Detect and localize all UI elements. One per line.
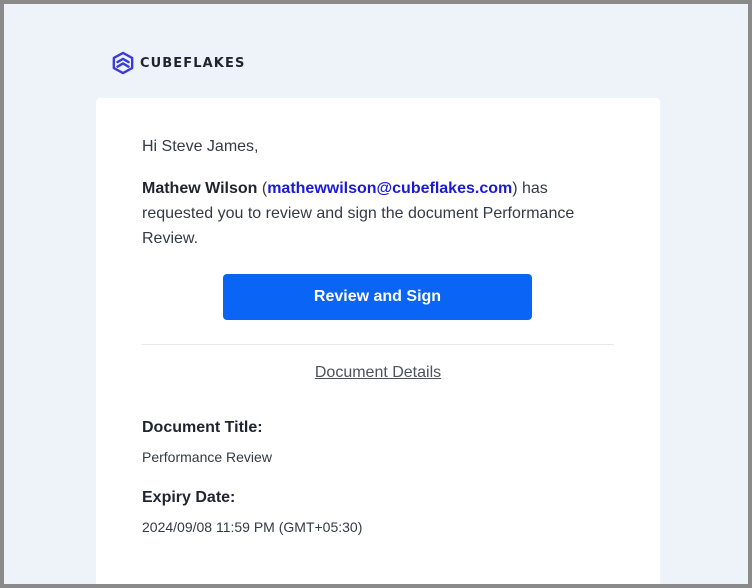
review-and-sign-button[interactable]: Review and Sign: [223, 274, 532, 320]
expiry-date-value: 2024/09/08 11:59 PM (GMT+05:30): [142, 519, 363, 535]
brand-logo: CUBEFLAKES: [112, 49, 245, 77]
cube-logo-icon: [112, 51, 134, 75]
email-window: CUBEFLAKES Hi Steve James, Mathew Wilson…: [0, 0, 752, 588]
greeting-text: Hi Steve James,: [142, 138, 259, 155]
sender-email-link[interactable]: mathewwilson@cubeflakes.com: [267, 180, 512, 197]
expiry-date-label: Expiry Date:: [142, 489, 236, 506]
document-details-link[interactable]: Document Details: [142, 362, 614, 384]
request-message: Mathew Wilson (mathewwilson@cubeflakes.c…: [142, 176, 614, 251]
brand-name: CUBEFLAKES: [140, 55, 246, 71]
sender-name: Mathew Wilson: [142, 180, 258, 197]
email-card: Hi Steve James, Mathew Wilson (mathewwil…: [96, 98, 660, 584]
divider: [142, 344, 614, 345]
document-title-label: Document Title:: [142, 419, 263, 436]
open-paren: (: [257, 180, 268, 197]
document-title-value: Performance Review: [142, 449, 272, 465]
